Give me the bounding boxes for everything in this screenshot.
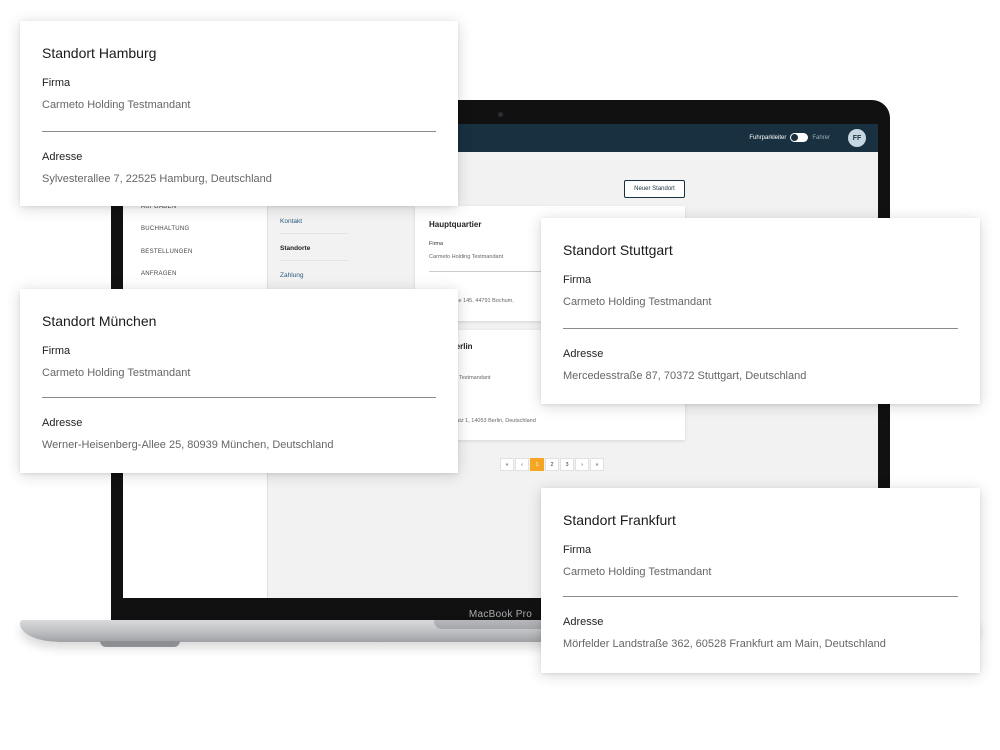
subnav-item-zahlung[interactable]: Zahlung bbox=[280, 272, 348, 287]
sidebar-item-bestellungen[interactable]: BESTELLUNGEN bbox=[141, 249, 193, 255]
card-divider bbox=[42, 131, 436, 132]
card-title: Standort Frankfurt bbox=[563, 512, 676, 528]
address-label: Adresse bbox=[42, 151, 83, 163]
company-value: Carmeto Holding Testmandant bbox=[563, 296, 712, 308]
address-value: Mercedesstraße 87, 70372 Stuttgart, Deut… bbox=[563, 370, 807, 382]
card-divider bbox=[563, 328, 958, 329]
location-address: er Platz 1, 14053 Berlin, Deutschland bbox=[445, 418, 536, 424]
card-standort-hamburg[interactable]: Standort Hamburg Firma Carmeto Holding T… bbox=[20, 21, 458, 206]
sidebar-item-buchhaltung[interactable]: BUCHHALTUNG bbox=[141, 226, 190, 232]
subnav-item-kontakt[interactable]: Kontakt bbox=[280, 218, 348, 234]
address-value: Mörfelder Landstraße 362, 60528 Frankfur… bbox=[563, 638, 886, 650]
pagination-prev[interactable]: ‹ bbox=[515, 458, 529, 471]
company-value: Carmeto Holding Testmandant bbox=[42, 367, 191, 379]
company-value: Carmeto Holding Testmandant bbox=[563, 566, 712, 578]
card-divider bbox=[42, 397, 436, 398]
pagination: « ‹ 1 2 3 › » bbox=[500, 458, 604, 471]
location-company-label: Firma bbox=[429, 241, 444, 247]
pagination-last[interactable]: » bbox=[590, 458, 604, 471]
company-label: Firma bbox=[42, 345, 71, 357]
card-standort-stuttgart[interactable]: Standort Stuttgart Firma Carmeto Holding… bbox=[541, 218, 980, 404]
company-label: Firma bbox=[42, 77, 71, 89]
location-company: Carmeto Holding Testmandant bbox=[429, 254, 504, 260]
subnav-item-standorte[interactable]: Standorte bbox=[280, 245, 348, 261]
location-company: Testmandant bbox=[459, 375, 491, 381]
address-label: Adresse bbox=[42, 417, 83, 429]
address-label: Adresse bbox=[563, 616, 604, 628]
laptop-foot-left bbox=[100, 641, 180, 647]
address-value: Werner-Heisenberg-Allee 25, 80939 Münche… bbox=[42, 439, 334, 451]
pagination-page-2[interactable]: 2 bbox=[545, 458, 559, 471]
card-title: Standort Hamburg bbox=[42, 45, 157, 61]
location-title: Hauptquartier bbox=[429, 220, 482, 229]
company-value: Carmeto Holding Testmandant bbox=[42, 99, 191, 111]
pagination-page-3[interactable]: 3 bbox=[560, 458, 574, 471]
company-label: Firma bbox=[563, 274, 592, 286]
new-location-button[interactable]: Neuer Standort bbox=[624, 180, 685, 198]
card-divider bbox=[563, 596, 958, 597]
role-toggle[interactable]: Fuhrparkleiter Fahrer bbox=[749, 133, 830, 142]
company-label: Firma bbox=[563, 544, 592, 556]
camera-icon bbox=[498, 112, 503, 117]
address-label: Adresse bbox=[563, 348, 604, 360]
card-standort-frankfurt[interactable]: Standort Frankfurt Firma Carmeto Holding… bbox=[541, 488, 980, 673]
pagination-first[interactable]: « bbox=[500, 458, 514, 471]
pagination-next[interactable]: › bbox=[575, 458, 589, 471]
pagination-page-1[interactable]: 1 bbox=[530, 458, 544, 471]
address-value: Sylvesterallee 7, 22525 Hamburg, Deutsch… bbox=[42, 173, 272, 185]
sidebar-item-anfragen[interactable]: ANFRAGEN bbox=[141, 271, 177, 277]
card-standort-muenchen[interactable]: Standort München Firma Carmeto Holding T… bbox=[20, 289, 458, 473]
card-title: Standort Stuttgart bbox=[563, 242, 673, 258]
toggle-switch-icon[interactable] bbox=[790, 133, 809, 142]
card-title: Standort München bbox=[42, 313, 157, 329]
toggle-label-fleet-manager: Fuhrparkleiter bbox=[749, 134, 787, 141]
avatar[interactable]: FF bbox=[848, 129, 866, 147]
toggle-label-driver: Fahrer bbox=[812, 134, 830, 141]
